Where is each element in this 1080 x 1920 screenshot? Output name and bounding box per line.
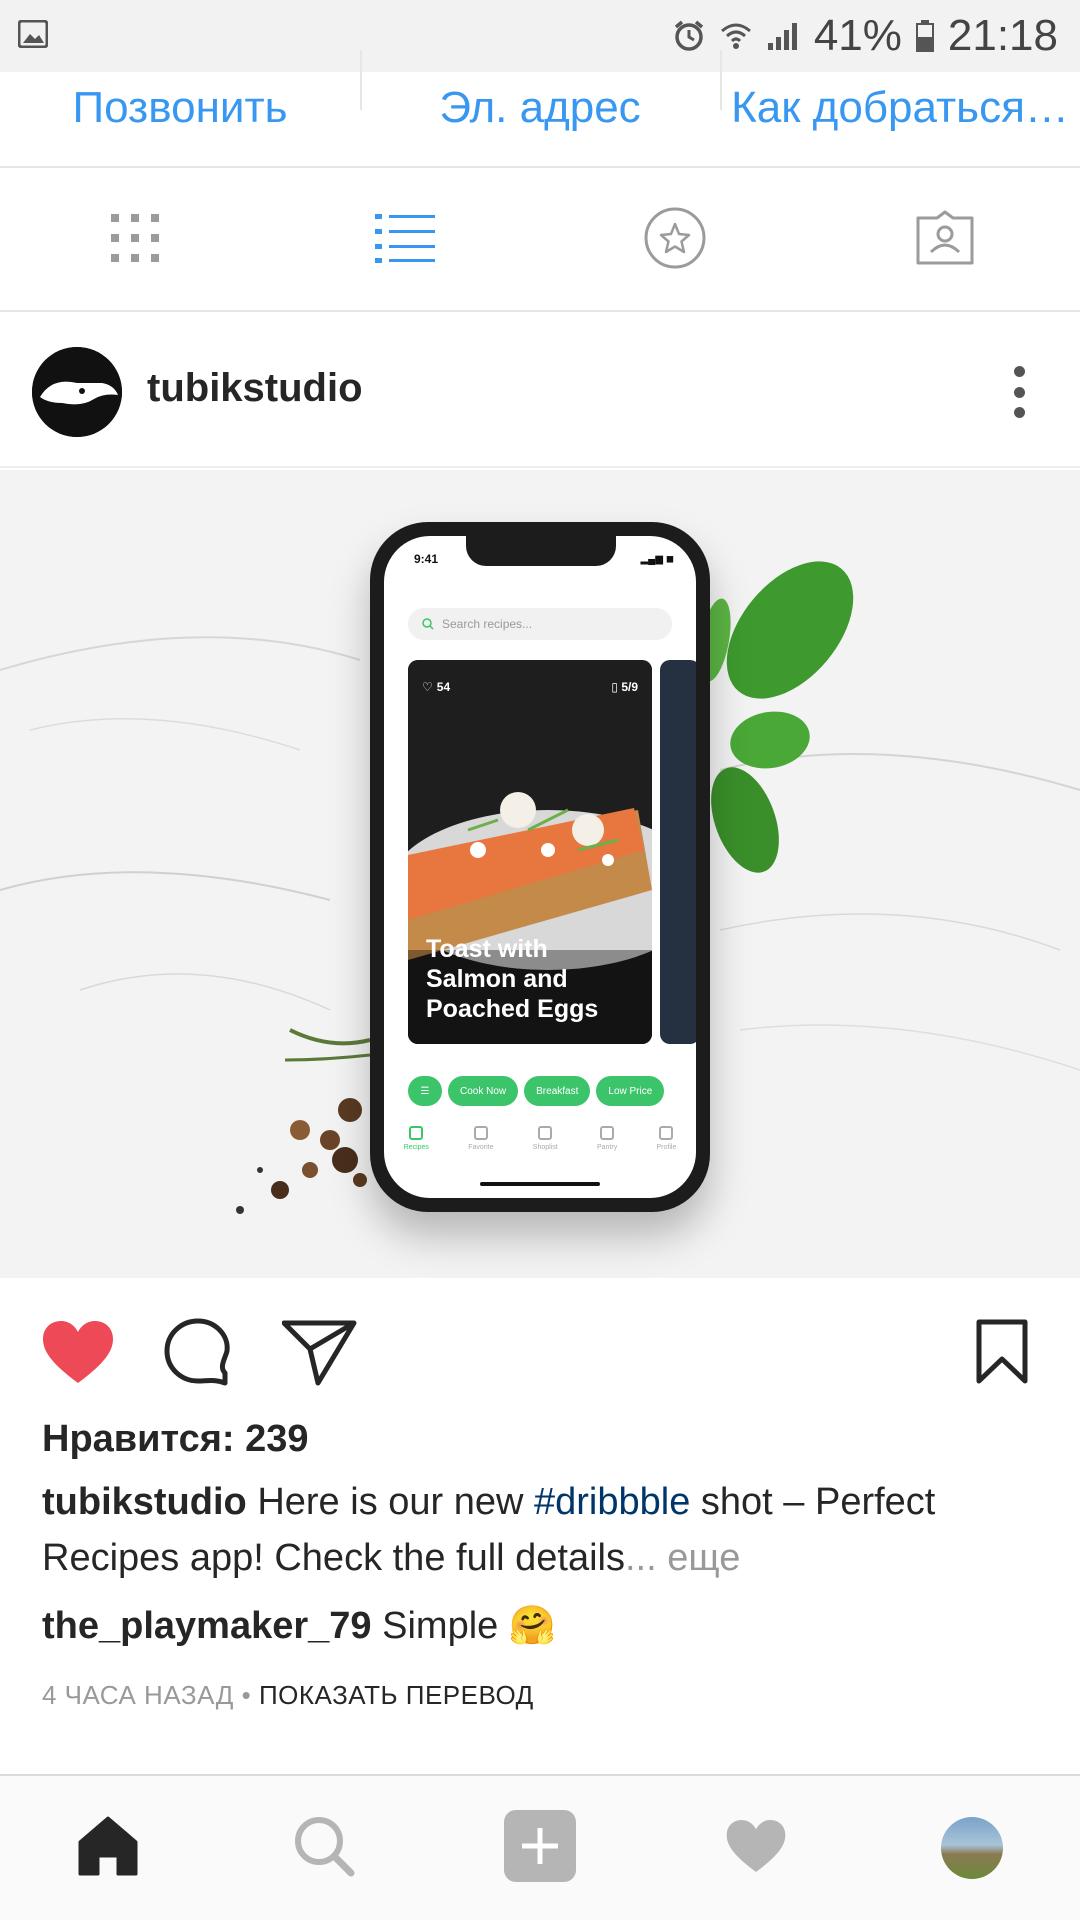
mock-profile-icon bbox=[659, 1126, 674, 1140]
mock-search-bar: Search recipes... bbox=[408, 608, 672, 640]
alarm-icon bbox=[672, 19, 706, 53]
star-icon bbox=[644, 207, 706, 274]
nav-profile[interactable] bbox=[922, 1798, 1022, 1898]
mock-pantry-icon bbox=[600, 1126, 615, 1140]
grid-icon bbox=[109, 212, 161, 269]
gallery-notification-icon bbox=[17, 19, 49, 53]
wifi-icon bbox=[720, 21, 752, 51]
mock-nav-label: Profile bbox=[656, 1144, 677, 1151]
mock-card-likes: ♡ 54 bbox=[422, 680, 451, 694]
more-dot-icon bbox=[1013, 366, 1025, 377]
mock-chip: Low Price bbox=[596, 1076, 665, 1106]
mock-recipes-icon bbox=[409, 1126, 424, 1140]
mock-nav-label: Recipes bbox=[403, 1144, 429, 1151]
mock-chip: Cook Now bbox=[448, 1076, 519, 1106]
nav-add[interactable] bbox=[490, 1798, 590, 1898]
directions-label: Как добраться bbox=[731, 83, 1025, 132]
post-actions bbox=[0, 1300, 1080, 1396]
phone-mockup: 9:41 ▂▄▆ ◼ Search recipes... ♡ 54 ▯ 5/9 … bbox=[370, 522, 710, 1212]
add-icon bbox=[504, 1809, 576, 1887]
mock-shoplist-icon bbox=[538, 1126, 553, 1140]
tab-tagged[interactable] bbox=[810, 170, 1080, 310]
mock-pages-count: 5/9 bbox=[621, 680, 638, 694]
post-header: tubikstudio bbox=[0, 314, 1080, 468]
caption-more-link[interactable]: ... еще bbox=[625, 1537, 740, 1579]
send-icon bbox=[281, 1317, 358, 1392]
tab-grid[interactable] bbox=[0, 170, 270, 310]
account-avatar[interactable] bbox=[32, 347, 122, 437]
mock-home-indicator bbox=[480, 1182, 600, 1186]
comment-button[interactable] bbox=[158, 1314, 238, 1394]
post-meta: 4 ЧАСА НАЗАД • ПОКАЗАТЬ ПЕРЕВОД bbox=[42, 1680, 534, 1711]
home-icon bbox=[76, 1816, 140, 1881]
heart-icon bbox=[725, 1818, 787, 1879]
caption-text: Here is our new bbox=[246, 1481, 534, 1523]
contact-actions-row: Позвонить Эл. адрес Как добраться… bbox=[0, 50, 1080, 168]
post-timestamp: 4 ЧАСА НАЗАД bbox=[42, 1680, 234, 1710]
battery-icon bbox=[915, 20, 934, 52]
phone-time: 9:41 bbox=[414, 552, 439, 566]
mock-nav-label: Shoplist bbox=[532, 1144, 558, 1151]
tagged-icon bbox=[915, 210, 975, 271]
more-options-button[interactable] bbox=[1012, 366, 1026, 418]
mock-search-placeholder: Search recipes... bbox=[442, 617, 533, 631]
comment: the_playmaker_79 Simple 🤗 bbox=[42, 1604, 556, 1648]
mock-nav-item: Shoplist bbox=[533, 1126, 558, 1176]
mock-recipe-card: ♡ 54 ▯ 5/9 Toast with Salmon and Poached… bbox=[408, 660, 652, 1044]
mock-chip: Breakfast bbox=[524, 1076, 591, 1106]
mock-nav-item: Favorite bbox=[468, 1126, 494, 1176]
directions-button[interactable]: Как добраться… bbox=[720, 50, 1080, 166]
call-button[interactable]: Позвонить bbox=[0, 50, 360, 166]
bookmark-icon bbox=[976, 1319, 1028, 1390]
list-icon bbox=[375, 212, 435, 269]
mock-nav-item: Pantry bbox=[597, 1126, 617, 1176]
post-image[interactable]: 9:41 ▂▄▆ ◼ Search recipes... ♡ 54 ▯ 5/9 … bbox=[0, 470, 1080, 1278]
comment-username[interactable]: the_playmaker_79 bbox=[42, 1605, 372, 1647]
profile-avatar bbox=[941, 1817, 1003, 1879]
profile-tabs bbox=[0, 170, 1080, 312]
meta-separator: • bbox=[233, 1680, 259, 1710]
mock-nav-label: Pantry bbox=[596, 1144, 618, 1151]
nav-home[interactable] bbox=[58, 1798, 158, 1898]
comment-text: Simple 🤗 bbox=[371, 1605, 557, 1647]
phone-screen: 9:41 ▂▄▆ ◼ Search recipes... ♡ 54 ▯ 5/9 … bbox=[384, 536, 696, 1198]
hashtag-link[interactable]: #dribbble bbox=[534, 1481, 690, 1523]
mock-card-title: Toast with Salmon and Poached Eggs bbox=[426, 935, 599, 1023]
show-translation-link[interactable]: ПОКАЗАТЬ ПЕРЕВОД bbox=[259, 1680, 534, 1710]
mock-nav-label: Favorite bbox=[468, 1144, 494, 1151]
more-dot-icon bbox=[1013, 407, 1025, 418]
nav-search[interactable] bbox=[274, 1798, 374, 1898]
comment-icon bbox=[163, 1317, 233, 1392]
mock-favorite-icon bbox=[473, 1126, 488, 1140]
mock-filter-chips: ☰ Cook Now Breakfast Low Price bbox=[408, 1076, 696, 1106]
share-button[interactable] bbox=[280, 1314, 360, 1394]
search-icon bbox=[293, 1815, 355, 1882]
bottom-nav bbox=[0, 1774, 1080, 1920]
caption-username[interactable]: tubikstudio bbox=[42, 1481, 247, 1523]
phone-notch bbox=[466, 536, 616, 566]
mock-likes-count: 54 bbox=[436, 680, 451, 694]
mock-nav-item: Profile bbox=[656, 1126, 677, 1176]
tab-favorites[interactable] bbox=[540, 170, 810, 310]
mock-tab-bar: Recipes Favorite Shoplist Pantry Profile bbox=[384, 1126, 696, 1176]
email-button[interactable]: Эл. адрес bbox=[360, 50, 720, 166]
post-caption: tubikstudio Here is our new #dribbble sh… bbox=[42, 1474, 1042, 1586]
phone-status-icons: ▂▄▆ ◼ bbox=[640, 554, 674, 565]
signal-icon bbox=[766, 21, 800, 51]
likes-count[interactable]: Нравится: 239 bbox=[42, 1418, 309, 1461]
mock-card-pages: ▯ 5/9 bbox=[611, 680, 638, 694]
like-button[interactable] bbox=[38, 1314, 118, 1394]
tab-list[interactable] bbox=[270, 170, 540, 310]
truncation-ellipsis: … bbox=[1024, 83, 1069, 132]
more-dot-icon bbox=[1013, 386, 1025, 398]
mock-search-icon bbox=[422, 618, 434, 630]
nav-activity[interactable] bbox=[706, 1798, 806, 1898]
mock-filter-icon: ☰ bbox=[408, 1076, 442, 1106]
post-username[interactable]: tubikstudio bbox=[147, 366, 363, 411]
mock-nav-item: Recipes bbox=[404, 1126, 429, 1176]
save-button[interactable] bbox=[962, 1314, 1042, 1394]
heart-filled-icon bbox=[41, 1319, 115, 1390]
mock-next-card bbox=[660, 660, 696, 1044]
